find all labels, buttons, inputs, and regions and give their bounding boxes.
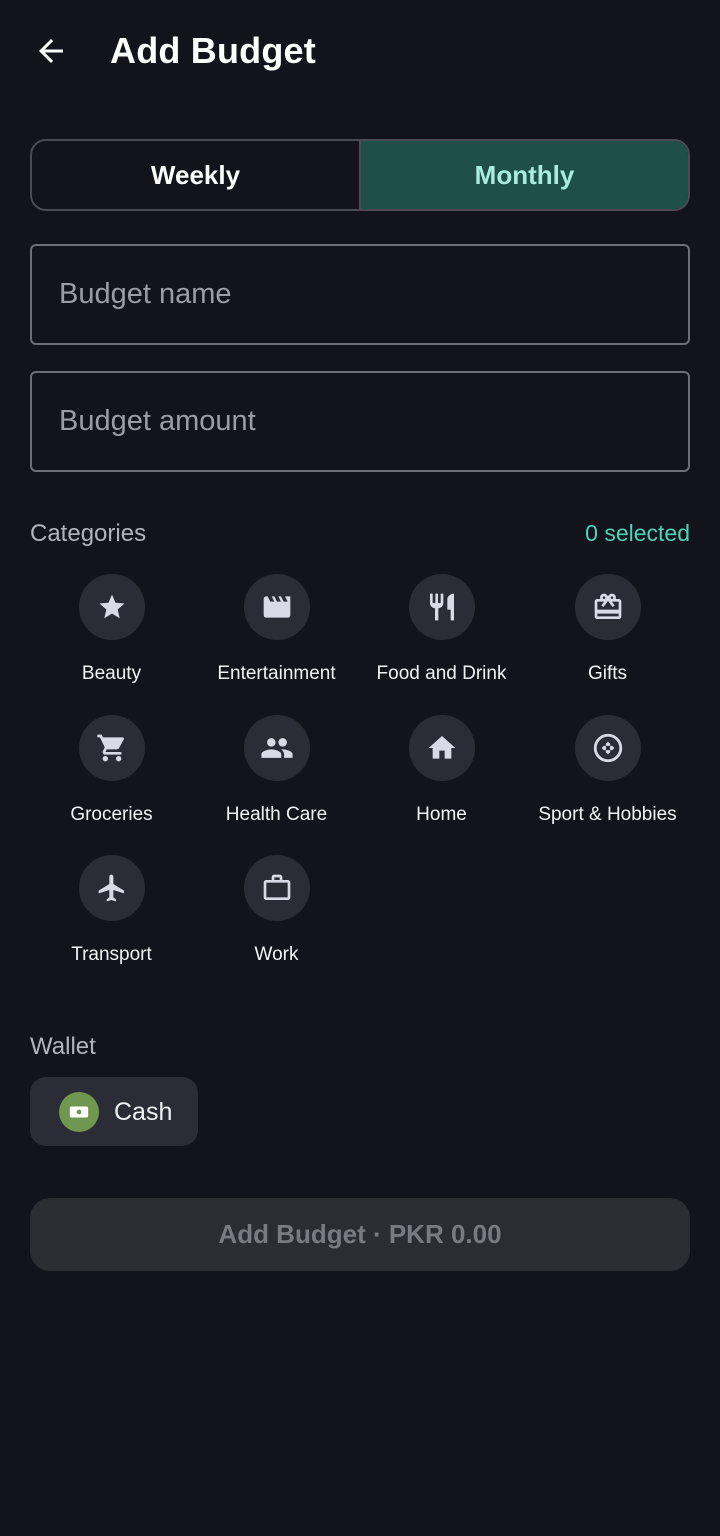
category-label: Work xyxy=(254,944,299,965)
monthly-option[interactable]: Monthly xyxy=(361,141,688,209)
top-app-bar: Add Budget xyxy=(0,0,720,104)
period-toggle: Weekly Monthly xyxy=(30,139,690,211)
category-entertainment[interactable]: Entertainment xyxy=(194,574,359,704)
category-label: Health Care xyxy=(225,804,328,825)
category-label: Sport & Hobbies xyxy=(538,804,677,825)
budget-amount-field xyxy=(30,371,690,472)
page-title: Add Budget xyxy=(110,30,316,71)
budget-name-input[interactable] xyxy=(32,246,688,343)
people-icon xyxy=(260,738,293,758)
category-icon-circle xyxy=(243,715,310,781)
category-home[interactable]: Home xyxy=(359,715,524,845)
budget-amount-input[interactable] xyxy=(32,373,688,470)
category-icon-circle xyxy=(243,574,310,640)
category-food-and-drink[interactable]: Food and Drink xyxy=(359,574,524,704)
category-label: Entertainment xyxy=(217,663,336,684)
category-icon-circle xyxy=(78,855,145,921)
star-icon xyxy=(99,594,124,619)
category-label: Gifts xyxy=(587,663,628,684)
wallet-chip-cash[interactable]: Cash xyxy=(30,1077,198,1146)
back-button[interactable] xyxy=(26,26,76,76)
category-beauty[interactable]: Beauty xyxy=(29,574,194,704)
gamepad-icon xyxy=(593,733,622,763)
category-icon-circle xyxy=(408,715,475,781)
category-label: Home xyxy=(416,804,467,825)
category-icon-circle xyxy=(78,715,145,781)
category-label: Transport xyxy=(71,944,152,965)
category-icon-circle xyxy=(78,574,145,640)
cash-icon xyxy=(69,1106,89,1118)
fork-knife-icon xyxy=(429,593,454,621)
category-work[interactable]: Work xyxy=(194,855,359,985)
gift-card-icon xyxy=(594,593,621,619)
briefcase-icon xyxy=(263,874,290,900)
category-icon-circle xyxy=(408,574,475,640)
category-icon-circle xyxy=(243,855,310,921)
add-budget-screen: Add Budget Weekly Monthly Categories 0 s… xyxy=(0,0,720,1536)
category-groceries[interactable]: Groceries xyxy=(29,715,194,845)
category-health-care[interactable]: Health Care xyxy=(194,715,359,845)
category-label: Groceries xyxy=(70,804,153,825)
category-sport-and-hobbies[interactable]: Sport & Hobbies xyxy=(525,715,690,845)
clapperboard-icon xyxy=(263,596,290,618)
selected-count: 0 selected xyxy=(585,520,690,546)
category-transport[interactable]: Transport xyxy=(29,855,194,985)
wallet-label: Wallet xyxy=(30,1033,96,1060)
category-icon-circle xyxy=(574,574,641,640)
category-gifts[interactable]: Gifts xyxy=(525,574,690,704)
arrow-left-icon xyxy=(39,39,63,63)
budget-name-field xyxy=(30,244,690,345)
weekly-option[interactable]: Weekly xyxy=(32,141,361,209)
wallet-icon-circle xyxy=(59,1092,99,1132)
categories-label: Categories xyxy=(30,520,147,547)
category-label: Food and Drink xyxy=(376,663,507,684)
shopping-cart-icon xyxy=(96,734,124,762)
add-budget-button[interactable]: Add Budget · PKR 0.00 xyxy=(30,1198,690,1271)
category-icon-circle xyxy=(574,715,641,781)
category-label: Beauty xyxy=(81,663,142,684)
airplane-icon xyxy=(98,874,124,902)
home-icon xyxy=(428,736,455,759)
wallet-name: Cash xyxy=(114,1098,173,1126)
